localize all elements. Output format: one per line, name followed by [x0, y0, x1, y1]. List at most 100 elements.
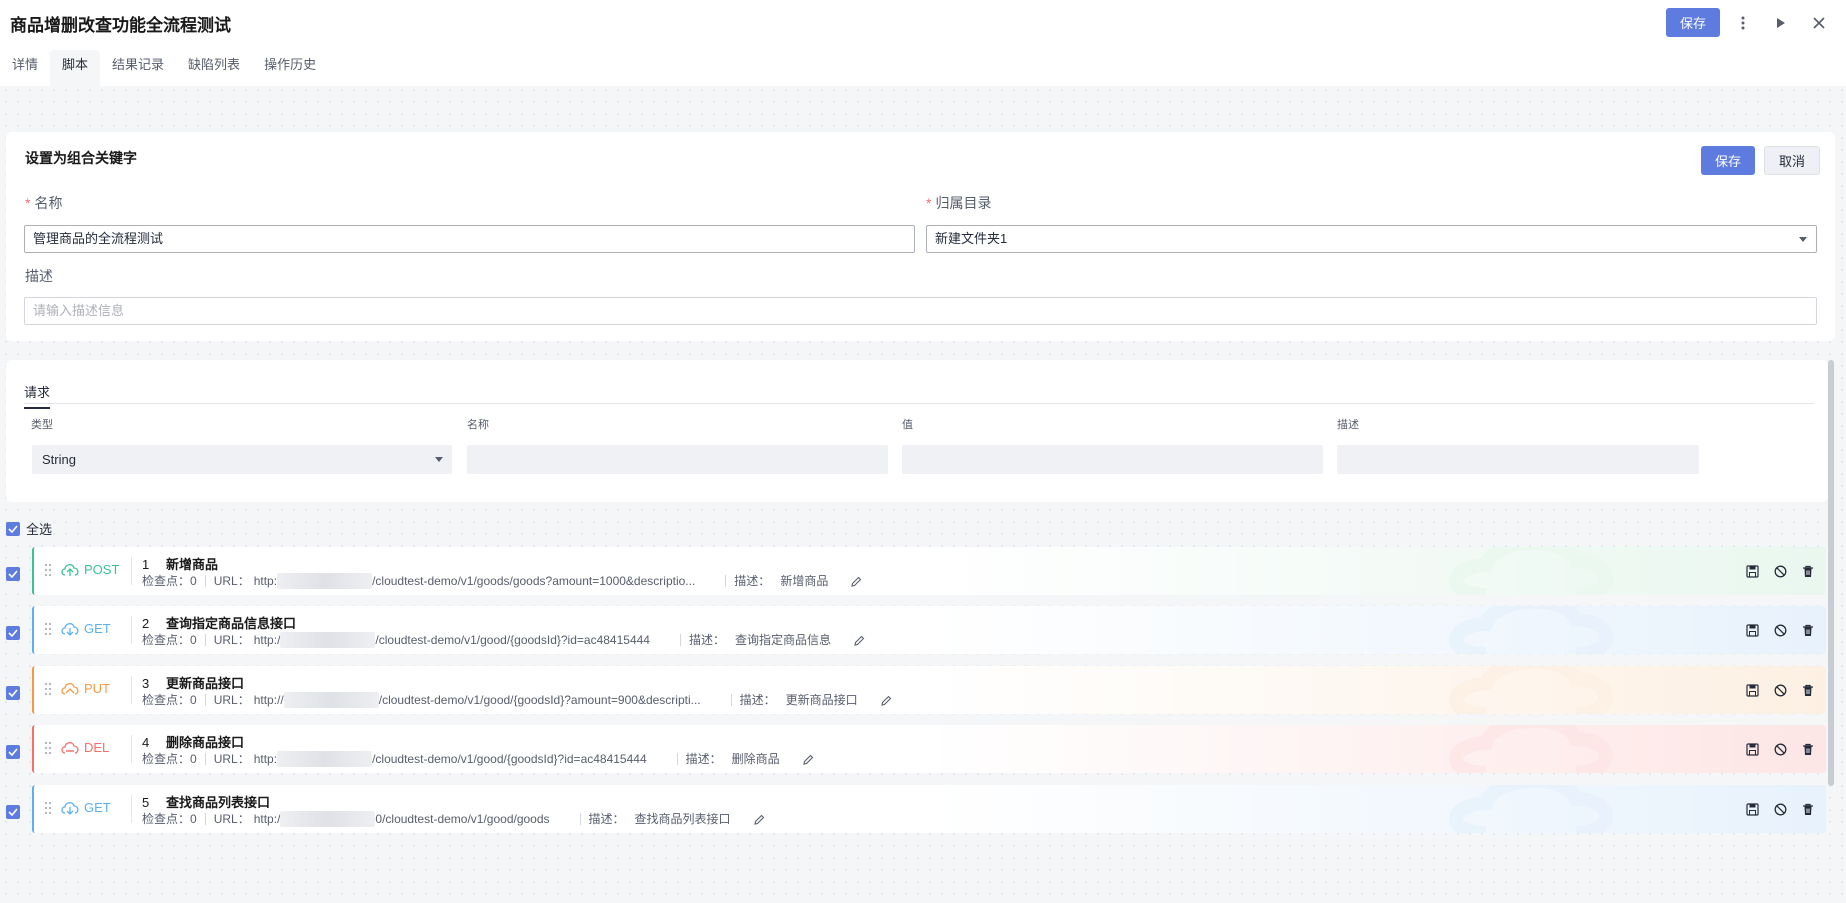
divider [131, 735, 132, 763]
url-label: URL： [213, 752, 250, 766]
method-cloud-icon [60, 680, 80, 701]
url-label: URL： [213, 693, 250, 707]
disable-icon[interactable] [1772, 563, 1788, 579]
param-description-input[interactable] [1337, 445, 1699, 474]
delete-icon[interactable] [1800, 682, 1816, 698]
row-actions [1744, 741, 1816, 757]
api-description: 新增商品 [780, 574, 829, 588]
page-title: 商品增删改查功能全流程测试 [10, 16, 231, 35]
save-icon[interactable] [1744, 801, 1760, 817]
api-row[interactable]: GET 2 查询指定商品信息接口 检查点： 0 URL： http:/ /cloudtest-… [32, 606, 1826, 654]
api-index: 3 [142, 676, 150, 691]
directory-label: * 归属目录 [926, 195, 992, 211]
save-icon[interactable] [1744, 682, 1760, 698]
param-type-select[interactable]: String [32, 445, 452, 474]
drag-handle-icon[interactable] [44, 741, 52, 758]
name-field[interactable]: 管理商品的全流程测试 [24, 225, 915, 253]
api-name: 查询指定商品信息接口 [166, 616, 297, 631]
row-checkbox[interactable] [6, 686, 20, 700]
check-points-label: 检查点： [142, 633, 191, 647]
request-params-card: 请求 类型 名称 值 描述 String [6, 360, 1828, 502]
url-label: URL： [213, 574, 250, 588]
select-all[interactable]: 全选 [6, 519, 52, 538]
drag-handle-icon[interactable] [44, 622, 52, 639]
row-checkbox[interactable] [6, 805, 20, 819]
row-checkbox[interactable] [6, 567, 20, 581]
check-points-count: 0 [190, 692, 197, 707]
form-cancel-button[interactable]: 取消 [1763, 146, 1820, 175]
more-vertical-icon[interactable] [1728, 8, 1758, 37]
api-name: 查找商品列表接口 [166, 795, 271, 810]
row-actions [1744, 682, 1816, 698]
divider [131, 557, 132, 585]
close-icon[interactable] [1804, 8, 1834, 37]
edit-icon[interactable] [853, 635, 865, 650]
play-icon[interactable] [1766, 8, 1796, 37]
drag-handle-icon[interactable] [44, 801, 52, 818]
api-index: 2 [142, 616, 150, 631]
divider [131, 795, 132, 823]
tab-item[interactable]: 缺陷列表 [176, 50, 252, 86]
save-icon[interactable] [1744, 563, 1760, 579]
desc-label: 描述： [688, 633, 725, 647]
combo-keyword-form: 设置为组合关键字 保存 取消 * 名称 管理商品的全流程测试 * 归属目录 新建文件… [6, 132, 1835, 341]
chevron-down-icon [1799, 237, 1807, 242]
api-description: 删除商品 [731, 752, 780, 766]
api-row[interactable]: DEL 4 删除商品接口 检查点： 0 URL： http: /cloudtest-demo/… [32, 725, 1826, 773]
api-row[interactable]: GET 5 查找商品列表接口 检查点： 0 URL： http:/0/cloudtest-d… [32, 785, 1826, 833]
api-meta: 检查点： 0 URL： http:/ /cloudtest-demo/v1/good/{… [142, 631, 865, 648]
save-icon[interactable] [1744, 741, 1760, 757]
disable-icon[interactable] [1772, 682, 1788, 698]
api-meta: 检查点： 0 URL： http: /cloudtest-demo/v1/goods/g… [142, 572, 862, 589]
tab-item[interactable]: 脚本 [50, 50, 101, 86]
delete-icon[interactable] [1800, 801, 1816, 817]
row-actions [1744, 563, 1816, 579]
tab-request[interactable]: 请求 [24, 382, 51, 409]
edit-icon[interactable] [880, 695, 892, 710]
description-field[interactable]: 请输入描述信息 [24, 297, 1817, 325]
row-checkbox[interactable] [6, 626, 20, 640]
url-host-masked [280, 810, 376, 827]
save-button[interactable]: 保存 [1665, 8, 1720, 37]
check-points-count: 0 [190, 751, 197, 766]
check-points-count: 0 [190, 811, 197, 826]
url-prefix: http: [253, 573, 278, 588]
edit-icon[interactable] [850, 576, 862, 591]
method-watermark [926, 606, 1826, 654]
param-type-value: String [42, 452, 76, 467]
disable-icon[interactable] [1772, 741, 1788, 757]
form-save-button[interactable]: 保存 [1700, 146, 1755, 175]
tab-item[interactable]: 操作历史 [252, 50, 328, 86]
method-label: DEL [84, 740, 110, 755]
directory-select[interactable]: 新建文件夹1 [926, 225, 1817, 253]
delete-icon[interactable] [1800, 741, 1816, 757]
delete-icon[interactable] [1800, 563, 1816, 579]
method-watermark [926, 725, 1826, 773]
url-host-masked [283, 691, 379, 708]
disable-icon[interactable] [1772, 801, 1788, 817]
save-icon[interactable] [1744, 622, 1760, 638]
api-title: 3 更新商品接口 [142, 673, 244, 692]
row-checkbox[interactable] [6, 745, 20, 759]
param-name-input[interactable] [467, 445, 888, 474]
desc-label: 描述： [588, 812, 625, 826]
method-label: PUT [84, 681, 110, 696]
select-all-checkbox[interactable] [6, 521, 20, 536]
method-cloud-icon [60, 739, 80, 760]
param-value-input[interactable] [902, 445, 1323, 474]
method-label: POST [84, 562, 120, 577]
vertical-scrollbar[interactable] [1828, 360, 1834, 786]
tab-item[interactable]: 结果记录 [100, 50, 176, 86]
api-meta: 检查点： 0 URL： http:/ 0/cloudtest-demo/v1/good/… [142, 810, 765, 827]
edit-icon[interactable] [802, 754, 814, 769]
drag-handle-icon[interactable] [44, 682, 52, 699]
disable-icon[interactable] [1772, 622, 1788, 638]
drag-handle-icon[interactable] [44, 563, 52, 580]
edit-icon[interactable] [753, 814, 765, 829]
desc-label: 描述： [734, 574, 771, 588]
api-row[interactable]: PUT 3 更新商品接口 检查点： 0 URL： http:///cloudtest-dem… [32, 666, 1826, 714]
api-row[interactable]: POST 1 新增商品 检查点： 0 URL： http:/cloudtest-demo/v… [32, 547, 1826, 595]
tab-item[interactable]: 详情 [0, 50, 50, 86]
url-path: /cloudtest-demo/v1/good/{goodsId}?id=ac4… [372, 751, 647, 766]
delete-icon[interactable] [1800, 622, 1816, 638]
